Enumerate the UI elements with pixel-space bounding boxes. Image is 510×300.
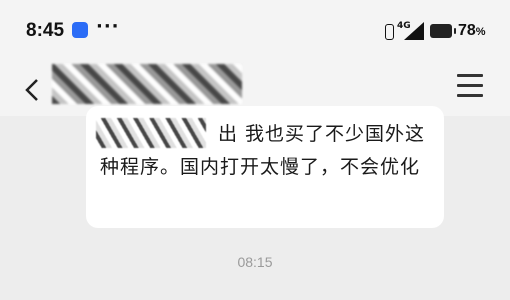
redacted-text	[96, 118, 206, 148]
message-bubble[interactable]: 出 我也买了不少国外这种程序。国内打开太慢了，不会优化	[86, 106, 444, 228]
battery-icon	[430, 24, 456, 38]
message-timestamp: 08:15	[237, 254, 273, 270]
signal-icon	[404, 22, 424, 40]
more-notifications-icon: ···	[96, 16, 120, 37]
back-icon[interactable]	[24, 78, 40, 102]
chat-title-redacted	[52, 64, 242, 104]
baidu-icon	[72, 22, 88, 38]
battery-percent: 78%	[458, 22, 486, 39]
hd-voice-icon	[385, 24, 394, 40]
status-time: 8:45	[26, 20, 65, 41]
menu-icon[interactable]	[457, 74, 483, 97]
status-bar: 8:45 ··· 4G 78%	[0, 0, 510, 56]
